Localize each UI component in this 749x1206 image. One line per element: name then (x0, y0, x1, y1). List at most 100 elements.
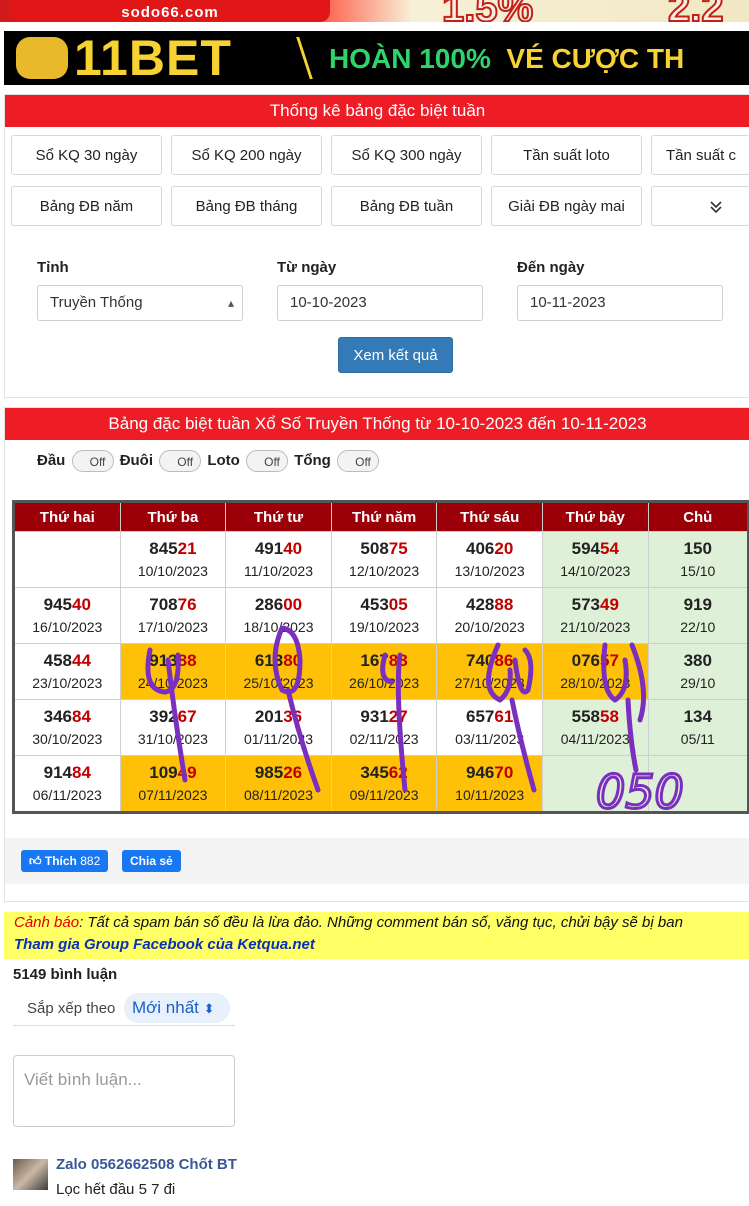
nav-so-kq-300[interactable]: Sổ KQ 300 ngày (331, 135, 482, 175)
result-date: 13/10/2023 (454, 562, 525, 579)
nav-so-kq-30[interactable]: Sổ KQ 30 ngày (11, 135, 162, 175)
number-head: 109 (149, 762, 178, 782)
number-tail: 84 (72, 706, 91, 726)
number-head: 458 (43, 650, 73, 670)
number-tail: 20 (494, 538, 514, 558)
toggle-state: Off (89, 455, 106, 469)
sort-select[interactable]: Mới nhất ⬍ (124, 993, 230, 1023)
result-number: 55858 (543, 706, 648, 728)
filter-panel-title: Thống kê bảng đặc biệt tuần (5, 95, 749, 127)
result-date: 25/10/2023 (243, 674, 314, 691)
number-head: 508 (360, 538, 389, 558)
number-head: 740 (466, 650, 495, 670)
number-head: 946 (466, 762, 495, 782)
number-head: 150 (683, 538, 712, 558)
share-button[interactable]: Chia sẻ (122, 850, 181, 872)
top-ad-banner[interactable]: sodo66.com 1.5% 2.2 (0, 0, 749, 22)
result-cell: 34684 30/10/2023 (13, 699, 121, 756)
number-head: 167 (360, 650, 389, 670)
avatar[interactable] (13, 1159, 48, 1190)
result-date: 20/10/2023 (454, 618, 525, 635)
toggle-duoi[interactable]: Off (159, 450, 202, 472)
toggle-tong[interactable]: Off (337, 450, 380, 472)
result-date: 28/10/2023 (560, 674, 631, 691)
result-cell: 49140 11/10/2023 (225, 531, 332, 588)
result-cell (647, 755, 749, 813)
to-date-input[interactable]: 10-11-2023 (517, 285, 723, 321)
result-cell: 98526 08/11/2023 (225, 755, 332, 813)
from-date-input[interactable]: 10-10-2023 (277, 285, 483, 321)
chevron-double-down-icon (710, 201, 722, 214)
number-head: 453 (360, 594, 389, 614)
table-row: 94540 16/10/2023 70876 17/10/2023 28600 18/10… (13, 587, 749, 644)
result-number: 91388 (121, 650, 226, 672)
11bet-ad-banner[interactable]: 11BET HOÀN 100% VÉ CƯỢC TH (4, 31, 749, 85)
result-cell: 70876 17/10/2023 (119, 587, 227, 644)
number-head: 380 (683, 650, 712, 670)
comment-author[interactable]: Zalo 0562662508 Chốt BT (56, 1156, 237, 1173)
result-date: 14/10/2023 (560, 562, 631, 579)
number-tail: 54 (599, 538, 619, 558)
nav-more-button[interactable] (651, 186, 749, 226)
result-cell: 57349 21/10/2023 (541, 587, 649, 644)
like-button[interactable]: 👍︎ Thích 882 (21, 850, 109, 872)
toggle-state: Off (355, 455, 371, 469)
number-tail: 05 (388, 594, 408, 614)
number-head: 657 (466, 706, 495, 726)
table-row: 34684 30/10/2023 39267 31/10/2023 20136 01/11… (13, 699, 749, 756)
nav-tan-suat-loto[interactable]: Tần suất loto (491, 135, 642, 175)
result-cell: 94540 16/10/2023 (13, 587, 121, 644)
result-number: 50875 (332, 538, 437, 560)
result-date: 02/11/2023 (349, 730, 419, 747)
result-cell: 16788 26/10/2023 (330, 643, 438, 700)
promo-rest: VÉ CƯỢC TH (506, 43, 685, 74)
result-number: 94670 (437, 762, 542, 784)
result-cell: 45844 23/10/2023 (13, 643, 121, 700)
result-date: 07/11/2023 (138, 786, 208, 803)
nav-bang-db-tuan[interactable]: Bảng ĐB tuần (331, 186, 482, 226)
result-number: 57349 (543, 594, 648, 616)
number-tail: 26 (283, 762, 303, 782)
offer-left: 1.5% (441, 0, 534, 22)
result-date: 30/10/2023 (32, 730, 103, 747)
result-cell: 45305 19/10/2023 (330, 587, 438, 644)
number-tail: 88 (494, 594, 514, 614)
nav-bang-db-thang[interactable]: Bảng ĐB tháng (171, 186, 322, 226)
nav-so-kq-200[interactable]: Sổ KQ 200 ngày (171, 135, 322, 175)
offer-right: 2.2 (667, 0, 725, 22)
divider (13, 1025, 235, 1026)
toggle-dau[interactable]: Off (71, 450, 114, 472)
nav-giai-db-ngay-mai[interactable]: Giải ĐB ngày mai (491, 186, 642, 226)
number-head: 931 (360, 706, 389, 726)
nav-bang-db-nam[interactable]: Bảng ĐB năm (11, 186, 162, 226)
result-date: 09/11/2023 (349, 786, 419, 803)
result-number: 20136 (226, 706, 331, 728)
toggle-loto[interactable]: Off (246, 450, 289, 472)
social-bar: 👍︎ Thích 882 Chia sẻ (5, 838, 749, 884)
province-label: Tỉnh (37, 259, 69, 276)
province-select[interactable]: Truyền Thống ▴ (37, 285, 243, 321)
result-cell: 74086 27/10/2023 (436, 643, 543, 700)
result-number: 42888 (437, 594, 542, 616)
view-results-button[interactable]: Xem kết quả (338, 337, 453, 373)
result-cell: 40620 13/10/2023 (436, 531, 543, 588)
result-cell: 91388 24/10/2023 (119, 643, 227, 700)
nav-tan-suat-cap[interactable]: Tần suất c (651, 135, 749, 175)
comment-input[interactable]: Viết bình luận... (13, 1055, 235, 1127)
result-number: 94540 (15, 594, 120, 616)
number-head: 914 (43, 762, 73, 782)
select-updown-icon: ⬍ (203, 1001, 215, 1016)
result-number: 74086 (437, 650, 542, 672)
toggle-row: Đầu Off Đuôi Off Loto Off Tổng Off (37, 450, 381, 472)
col-header: Thứ hai (13, 501, 121, 532)
number-head: 346 (43, 706, 73, 726)
number-tail: 58 (599, 706, 619, 726)
thumbs-up-icon: 👍︎ (29, 854, 42, 868)
facebook-group-link[interactable]: Tham gia Group Facebook của Ketqua.net (14, 936, 315, 953)
number-head: 845 (149, 538, 178, 558)
number-tail: 57 (599, 650, 619, 670)
result-date: 05/11 (680, 730, 715, 747)
number-tail: 75 (388, 538, 408, 558)
number-tail: 67 (177, 706, 197, 726)
result-cell: 28600 18/10/2023 (225, 587, 332, 644)
